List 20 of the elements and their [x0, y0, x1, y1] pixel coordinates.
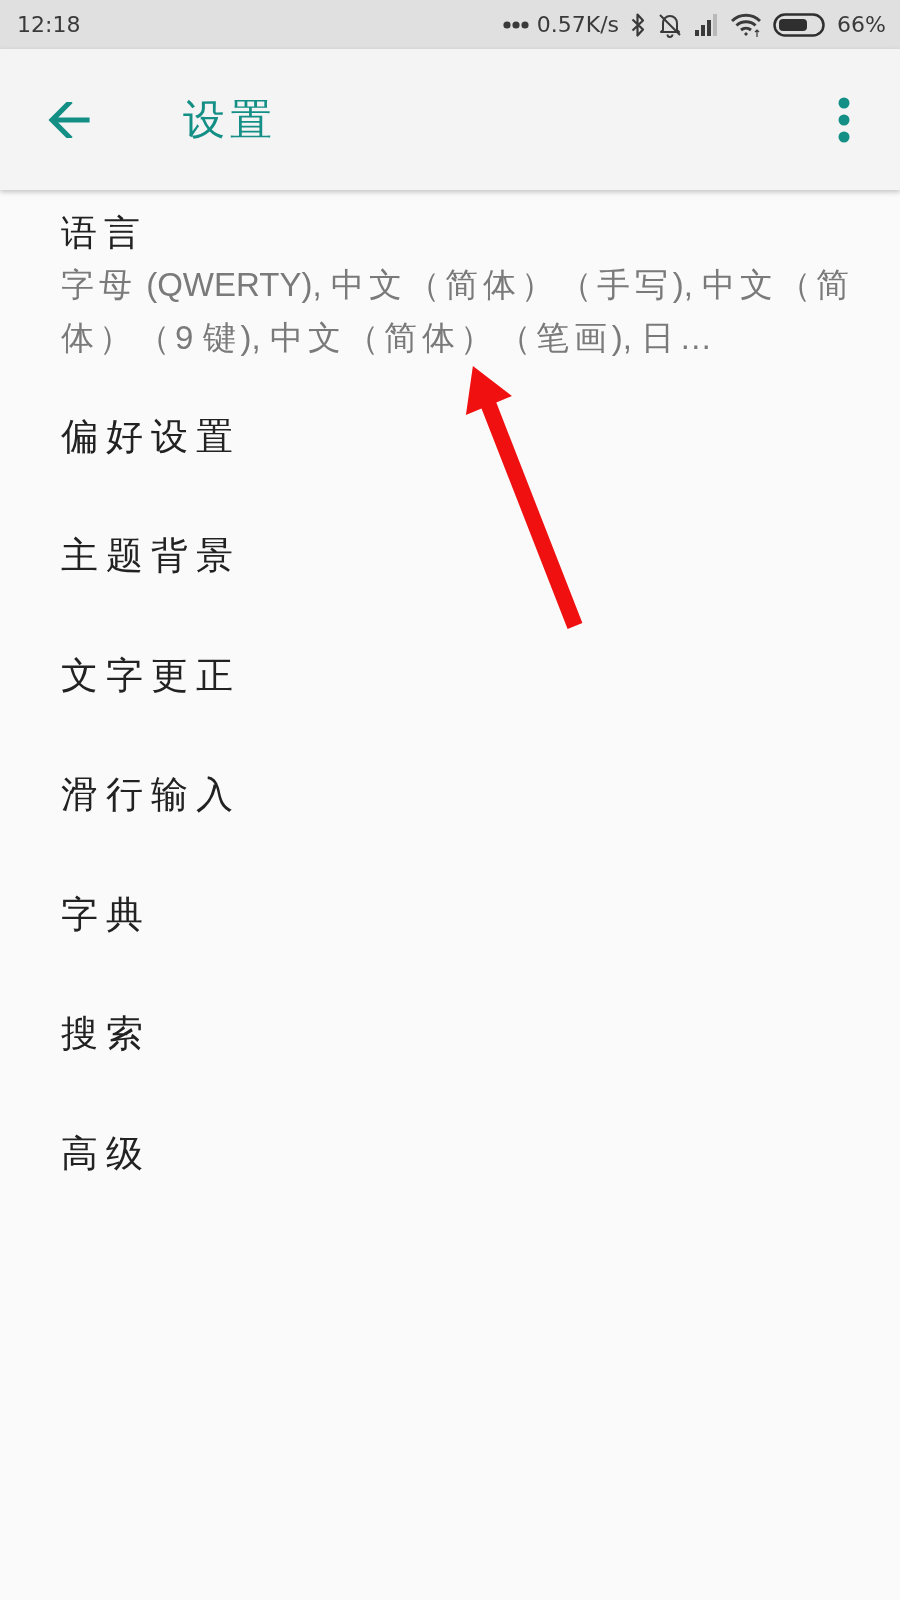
network-speed: 0.57K/s	[536, 11, 620, 38]
bluetooth-icon	[631, 11, 646, 38]
setting-title[interactable]: 偏好设置	[61, 413, 241, 460]
setting-title[interactable]: 滑行输入	[61, 772, 241, 819]
setting-title[interactable]: 字典	[61, 891, 151, 938]
signal-icon	[695, 13, 720, 36]
wifi-icon	[731, 12, 762, 37]
setting-title[interactable]: 语言	[61, 210, 147, 256]
battery-percent: 66%	[837, 11, 886, 38]
setting-title[interactable]: 主题背景	[61, 533, 241, 580]
setting-title[interactable]: 搜索	[61, 1011, 151, 1058]
status-time: 12:18	[17, 11, 81, 38]
more-dots-icon	[502, 20, 529, 29]
back-arrow-icon	[48, 101, 90, 138]
page-title: 设置	[183, 94, 277, 145]
battery-icon	[773, 12, 826, 37]
more-menu-icon	[838, 96, 850, 143]
setting-title[interactable]: 文字更正	[61, 652, 241, 699]
setting-title[interactable]: 高级	[61, 1130, 151, 1177]
setting-summary: 字母 (QWERTY), 中文（简体）（手写), 中文（简体）（9 键), 中文（简体）（笔画), 日…	[61, 265, 856, 358]
